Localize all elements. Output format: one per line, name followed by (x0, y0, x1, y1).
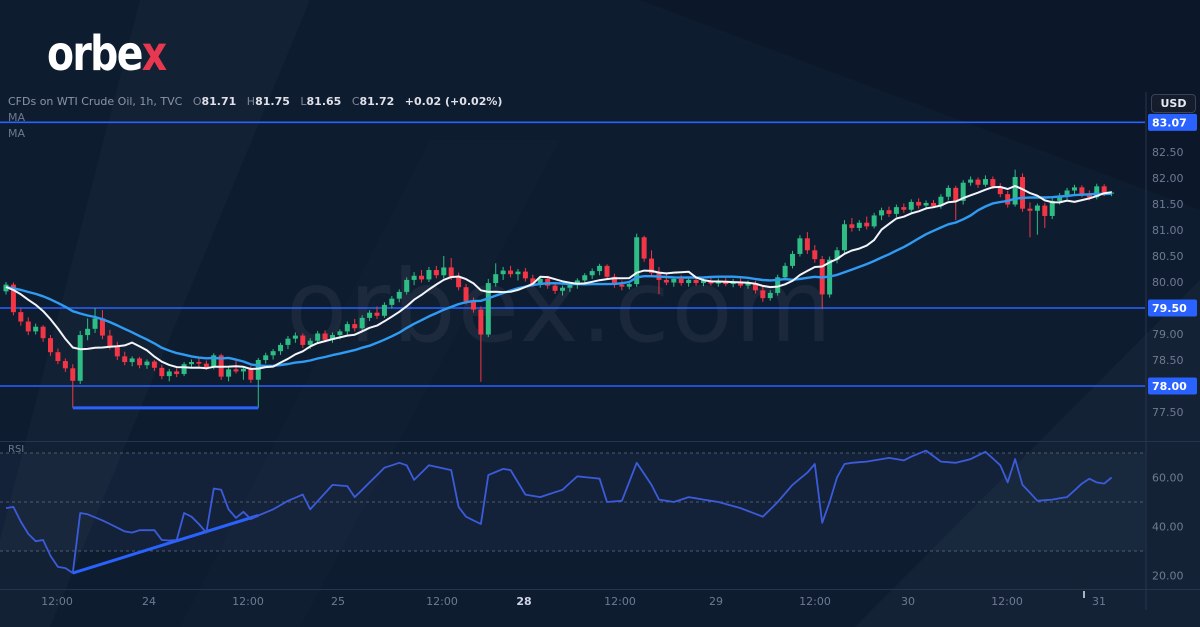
currency-button[interactable]: USD (1151, 94, 1196, 113)
svg-text:78.00: 78.00 (1152, 380, 1187, 393)
open-label: O (192, 95, 202, 108)
close-value: 81.72 (359, 95, 395, 108)
svg-text:25: 25 (331, 595, 345, 608)
svg-text:77.50: 77.50 (1152, 406, 1184, 419)
svg-text:83.07: 83.07 (1152, 116, 1187, 129)
svg-text:40.00: 40.00 (1152, 521, 1184, 534)
svg-text:12:00: 12:00 (991, 595, 1023, 608)
svg-text:78.50: 78.50 (1152, 354, 1184, 367)
candles (3, 169, 1115, 408)
high-value: 81.75 (255, 95, 290, 108)
high-label: H (246, 95, 256, 108)
svg-text:29: 29 (709, 595, 723, 608)
svg-text:81.50: 81.50 (1152, 198, 1184, 211)
svg-text:12:00: 12:00 (232, 595, 264, 608)
orbex-logo: orbex (47, 30, 167, 78)
svg-text:20.00: 20.00 (1152, 570, 1184, 583)
ma-legend-1[interactable]: MA (8, 111, 25, 124)
rsi-legend[interactable]: RSI (8, 444, 24, 455)
svg-text:60.00: 60.00 (1152, 472, 1184, 485)
moving-average-lines (5, 185, 1112, 370)
symbol-title-row[interactable]: CFDs on WTI Crude Oil, 1h, TVC O81.71 H8… (8, 95, 502, 108)
svg-text:80.50: 80.50 (1152, 250, 1184, 263)
ma-legend-2[interactable]: MA (8, 127, 25, 140)
orbex-chart-card: orbex.com 82.50 82.00 81.50 81.00 80.50 80.00… (0, 0, 1200, 627)
open-value: 81.71 (201, 95, 237, 108)
price-axis[interactable]: 82.50 82.00 81.50 81.00 80.50 80.00 79.00 78.50… (1148, 113, 1197, 583)
svg-text:81.00: 81.00 (1152, 224, 1184, 237)
change-value: +0.02 (+0.02%) (404, 95, 503, 108)
rsi-bands (0, 452, 1145, 552)
svg-text:12:00: 12:00 (41, 595, 73, 608)
svg-text:24: 24 (142, 595, 156, 608)
svg-text:12:00: 12:00 (799, 595, 831, 608)
svg-text:82.50: 82.50 (1152, 146, 1184, 159)
svg-text:12:00: 12:00 (604, 595, 636, 608)
logo-text: orbe (47, 26, 143, 82)
svg-text:31: 31 (1092, 595, 1106, 608)
svg-text:28: 28 (516, 595, 531, 608)
svg-text:12:00: 12:00 (426, 595, 458, 608)
svg-text:80.00: 80.00 (1152, 276, 1184, 289)
svg-text:79.50: 79.50 (1152, 302, 1187, 315)
close-label: C (351, 95, 360, 108)
time-axis[interactable]: 12:00 24 12:00 25 12:00 28 12:00 29 12:00 30 12:00… (41, 591, 1106, 608)
svg-text:30: 30 (901, 595, 915, 608)
logo-accent-x: x (141, 26, 167, 82)
svg-text:79.00: 79.00 (1152, 328, 1184, 341)
symbol-title[interactable]: CFDs on WTI Crude Oil, 1h, TVC (8, 95, 182, 108)
low-value: 81.65 (306, 95, 342, 108)
svg-text:82.00: 82.00 (1152, 172, 1184, 185)
price-level-lines[interactable] (0, 121, 1145, 387)
